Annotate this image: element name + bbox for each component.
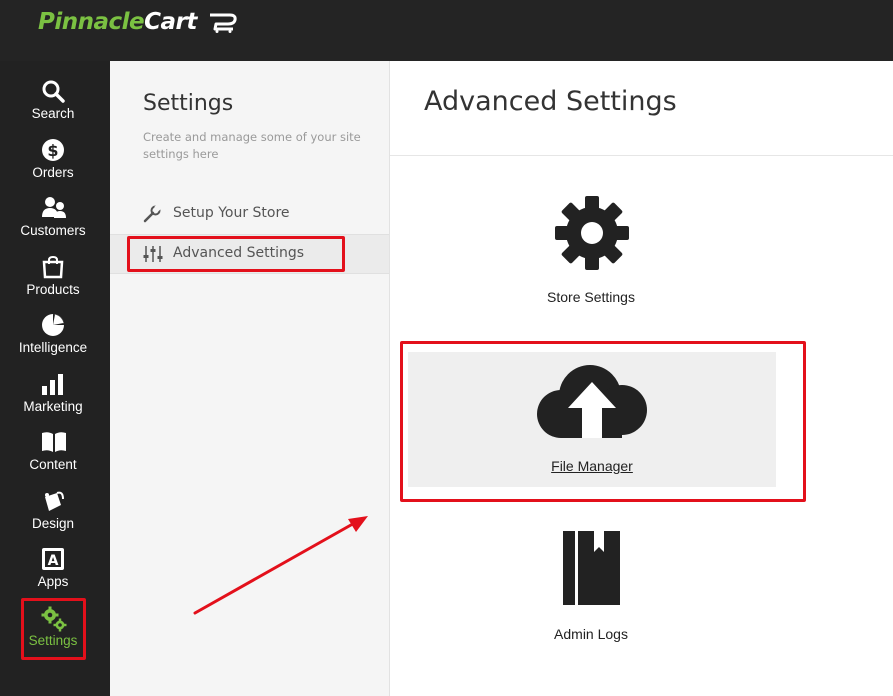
wrench-icon <box>143 205 161 223</box>
highlight-box-advanced-settings <box>127 236 345 272</box>
logo-text-secondary: Cart <box>144 9 197 35</box>
tile-store-settings-label: Store Settings <box>547 289 635 305</box>
shopping-bag-icon <box>42 255 64 279</box>
pie-chart-icon <box>42 314 64 336</box>
tile-store-settings[interactable]: Store Settings <box>490 185 692 315</box>
nav-customers-label: Customers <box>20 223 86 238</box>
search-icon <box>42 80 65 103</box>
subnav-setup-your-store[interactable]: Setup Your Store <box>110 195 389 233</box>
dollar-icon: $ <box>42 139 64 161</box>
logo[interactable]: PinnacleCart <box>38 9 197 35</box>
nav-products-label: Products <box>26 282 80 297</box>
main-sidebar: Search $ Orders Customers Products Intel… <box>0 61 110 696</box>
nav-orders[interactable]: $ Orders <box>0 132 106 190</box>
nav-orders-label: Orders <box>32 165 74 180</box>
book-icon <box>42 432 66 452</box>
customers-icon <box>42 197 66 218</box>
red-pointer-arrow <box>193 516 368 615</box>
nav-marketing-label: Marketing <box>23 399 83 414</box>
highlight-box-file-manager <box>400 341 806 502</box>
nav-apps[interactable]: A Apps <box>0 541 106 599</box>
top-bar: PinnacleCart <box>0 0 893 61</box>
nav-content-label: Content <box>29 457 77 472</box>
subnav-setup-your-store-label: Setup Your Store <box>173 205 290 221</box>
nav-search-label: Search <box>31 106 75 121</box>
cart-logo-icon <box>210 13 237 33</box>
nav-design[interactable]: Design <box>0 483 106 541</box>
highlight-box-settings <box>21 598 86 660</box>
gear-icon <box>555 196 629 270</box>
title-divider <box>390 155 893 156</box>
logbook-icon <box>563 531 620 605</box>
nav-intelligence-label: Intelligence <box>18 340 88 355</box>
page-title: Advanced Settings <box>424 86 677 117</box>
nav-search[interactable]: Search <box>0 73 106 131</box>
svg-text:A: A <box>48 553 59 569</box>
tile-admin-logs[interactable]: Admin Logs <box>490 525 692 655</box>
settings-panel-title: Settings <box>143 91 234 116</box>
svg-text:$: $ <box>47 141 58 160</box>
nav-customers[interactable]: Customers <box>0 190 106 248</box>
tile-admin-logs-label: Admin Logs <box>554 626 628 642</box>
apps-icon: A <box>42 548 64 570</box>
nav-apps-label: Apps <box>37 574 69 589</box>
nav-content[interactable]: Content <box>0 424 106 482</box>
bar-chart-icon <box>42 374 63 395</box>
nav-marketing[interactable]: Marketing <box>0 366 106 424</box>
paint-bucket-icon <box>45 491 64 511</box>
nav-intelligence[interactable]: Intelligence <box>0 307 106 365</box>
nav-design-label: Design <box>31 516 75 531</box>
settings-panel-description: Create and manage some of your site sett… <box>143 130 361 161</box>
nav-products[interactable]: Products <box>0 249 106 307</box>
logo-text-primary: Pinnacle <box>38 9 145 35</box>
